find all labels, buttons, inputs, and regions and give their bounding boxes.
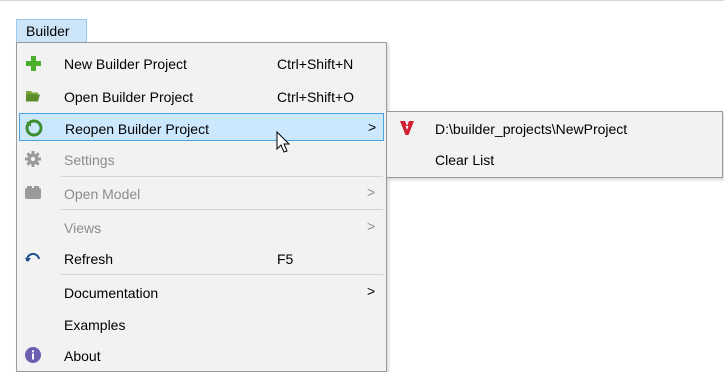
chevron-right-icon: >: [367, 184, 376, 200]
menu-item-label: Refresh: [64, 251, 114, 267]
menu-item-label: About: [64, 348, 101, 364]
project-logo-icon: [399, 120, 415, 136]
folder-open-icon: [24, 87, 42, 105]
submenu-item-label: Clear List: [435, 152, 495, 168]
chevron-right-icon: >: [367, 283, 376, 299]
menu-item-shortcut: Ctrl+Shift+O: [277, 89, 355, 105]
menu-item-views[interactable]: Views >: [19, 213, 384, 241]
submenu-item-recent-project[interactable]: D:\builder_projects\NewProject: [389, 114, 720, 142]
menu-item-label: Reopen Builder Project: [65, 121, 209, 137]
mouse-pointer-icon: [276, 130, 292, 155]
menu-item-open-builder-project[interactable]: Open Builder Project Ctrl+Shift+O: [19, 82, 384, 110]
menu-item-label: Views: [64, 220, 102, 236]
menu-item-examples[interactable]: Examples: [19, 310, 384, 338]
menu-item-settings[interactable]: Settings: [19, 145, 384, 173]
info-icon: [24, 346, 42, 364]
submenu-item-clear-list[interactable]: Clear List: [389, 145, 720, 173]
menu-separator: [61, 274, 383, 275]
refresh-icon: [24, 249, 42, 267]
menu-item-shortcut: F5: [277, 251, 294, 267]
menu-item-refresh[interactable]: Refresh F5: [19, 244, 384, 272]
menu-item-label: Open Builder Project: [64, 89, 194, 105]
gear-icon: [24, 150, 42, 168]
model-icon: [24, 184, 42, 202]
menu-item-new-builder-project[interactable]: New Builder Project Ctrl+Shift+N: [19, 49, 384, 77]
builder-menu: New Builder Project Ctrl+Shift+N Open Bu…: [16, 42, 387, 372]
menu-item-open-model[interactable]: Open Model >: [19, 179, 384, 207]
menu-separator: [61, 176, 383, 177]
menu-separator: [61, 209, 383, 210]
menu-item-label: Settings: [64, 152, 115, 168]
chevron-right-icon: >: [367, 218, 376, 234]
menu-item-documentation[interactable]: Documentation >: [19, 278, 384, 306]
reopen-icon: [25, 119, 43, 137]
submenu-item-label: D:\builder_projects\NewProject: [435, 121, 628, 137]
menu-item-label: Documentation: [64, 285, 159, 301]
chevron-right-icon: >: [368, 119, 377, 135]
menubar-builder[interactable]: Builder: [16, 19, 87, 43]
plus-icon: [24, 54, 42, 72]
menu-item-about[interactable]: About: [19, 341, 384, 369]
menubar: Builder: [0, 0, 724, 45]
menu-item-shortcut: Ctrl+Shift+N: [277, 56, 354, 72]
reopen-submenu: D:\builder_projects\NewProject Clear Lis…: [386, 111, 723, 178]
menu-item-label: New Builder Project: [64, 56, 187, 72]
menu-item-label: Examples: [64, 317, 126, 333]
menu-item-label: Open Model: [64, 186, 141, 202]
menu-item-reopen-builder-project[interactable]: Reopen Builder Project >: [19, 113, 384, 141]
